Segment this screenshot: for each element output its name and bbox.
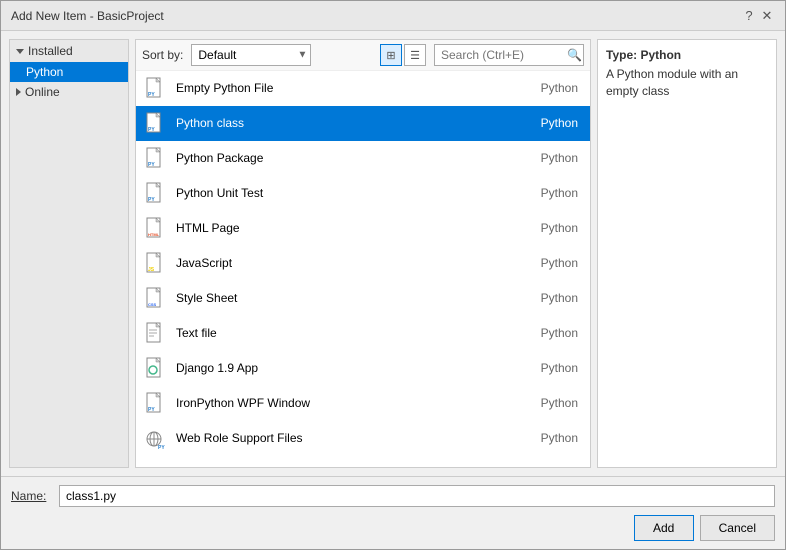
item-category: Python <box>541 116 578 130</box>
name-label: Name: <box>11 489 51 503</box>
item-icon <box>144 356 168 380</box>
grid-icon: ⊞ <box>386 49 395 62</box>
left-panel: Installed Python Online <box>9 39 129 468</box>
type-value: Python <box>640 48 681 62</box>
sort-select[interactable]: Default <box>191 44 311 66</box>
item-category: Python <box>541 326 578 340</box>
sort-select-wrapper: Default ▼ <box>191 44 311 66</box>
center-list-wrapper: PYEmpty Python FilePythonPYPython classP… <box>136 71 590 467</box>
item-name: HTML Page <box>176 221 533 235</box>
help-button[interactable]: ? <box>741 8 757 24</box>
item-name: Text file <box>176 326 533 340</box>
item-icon: HTML <box>144 216 168 240</box>
center-toolbar: Sort by: Default ▼ ⊞ ☰ <box>136 40 590 71</box>
sidebar-item-python[interactable]: Python <box>10 62 128 82</box>
cancel-button[interactable]: Cancel <box>700 515 775 541</box>
item-name: Python class <box>176 116 533 130</box>
grid-view-button[interactable]: ⊞ <box>380 44 402 66</box>
right-panel: Type: Python A Python module with an emp… <box>597 39 777 468</box>
list-item[interactable]: CSS Style Sheet Python <box>136 281 590 316</box>
list-item[interactable]: PY Python class Python <box>136 106 590 141</box>
sidebar-item-online[interactable]: Online <box>10 82 128 102</box>
list-item[interactable]: JS JavaScript Python <box>136 246 590 281</box>
svg-text:HTML: HTML <box>148 232 160 237</box>
svg-text:PY: PY <box>148 197 155 203</box>
view-icons: ⊞ ☰ <box>380 44 426 66</box>
search-icon: 🔍 <box>567 48 582 62</box>
svg-text:PY: PY <box>148 407 155 413</box>
item-name: JavaScript <box>176 256 533 270</box>
type-description: A Python module with an empty class <box>606 66 768 100</box>
list-item[interactable]: PY Python Unit Test Python <box>136 176 590 211</box>
item-name: Python Package <box>176 151 533 165</box>
installed-expand-icon <box>16 49 24 54</box>
item-category: Python <box>541 361 578 375</box>
title-bar-buttons: ? ✕ <box>741 8 775 24</box>
svg-text:CSS: CSS <box>148 302 157 307</box>
item-icon: PY <box>144 181 168 205</box>
list-item[interactable]: HTML HTML Page Python <box>136 211 590 246</box>
close-button[interactable]: ✕ <box>759 8 775 24</box>
svg-text:PY: PY <box>148 162 155 168</box>
item-name: Django 1.9 App <box>176 361 533 375</box>
type-info: Type: Python <box>606 48 768 62</box>
item-icon: JS <box>144 251 168 275</box>
item-name: Web Role Support Files <box>176 431 533 445</box>
name-input[interactable] <box>59 485 775 507</box>
item-category: Python <box>541 151 578 165</box>
online-expand-icon <box>16 88 21 96</box>
list-icon: ☰ <box>410 49 420 62</box>
item-category: Python <box>541 431 578 445</box>
add-button[interactable]: Add <box>634 515 694 541</box>
main-area: Installed Python Online Sort by: Def <box>1 31 785 476</box>
list-item[interactable]: Django 1.9 App Python <box>136 351 590 386</box>
type-label: Type: <box>606 48 637 62</box>
installed-section: Installed <box>10 40 128 62</box>
center-panel: Sort by: Default ▼ ⊞ ☰ <box>135 39 591 468</box>
title-bar-title: Add New Item - BasicProject <box>11 9 164 23</box>
list-item[interactable]: PY Python Package Python <box>136 141 590 176</box>
svg-text:PY: PY <box>148 127 155 133</box>
list-view-button[interactable]: ☰ <box>404 44 426 66</box>
list-item[interactable]: PY Web Role Support Files Python <box>136 421 590 456</box>
sort-label: Sort by: <box>142 48 183 62</box>
button-row: Add Cancel <box>11 515 775 541</box>
item-icon: PY <box>144 391 168 415</box>
item-list: PYEmpty Python FilePythonPYPython classP… <box>136 71 590 467</box>
item-icon: PY <box>144 111 168 135</box>
item-icon: PY <box>144 146 168 170</box>
dialog: Add New Item - BasicProject ? ✕ Installe… <box>0 0 786 550</box>
item-name: Python Unit Test <box>176 186 533 200</box>
title-bar: Add New Item - BasicProject ? ✕ <box>1 1 785 31</box>
svg-text:PY: PY <box>158 445 165 449</box>
bottom-area: Name: Add Cancel <box>1 476 785 549</box>
list-item[interactable]: Text file Python <box>136 316 590 351</box>
item-name: IronPython WPF Window <box>176 396 533 410</box>
dialog-body: Installed Python Online Sort by: Def <box>1 31 785 549</box>
name-row: Name: <box>11 485 775 507</box>
svg-text:JS: JS <box>148 267 155 273</box>
search-wrapper: 🔍 <box>434 44 584 66</box>
item-icon: PY <box>144 426 168 450</box>
item-icon <box>144 321 168 345</box>
item-category: Python <box>541 256 578 270</box>
list-item[interactable]: PY Empty Python File Python <box>136 71 590 106</box>
item-category: Python <box>541 291 578 305</box>
svg-text:PY: PY <box>148 92 155 98</box>
search-input[interactable] <box>434 44 584 66</box>
item-category: Python <box>541 186 578 200</box>
list-item[interactable]: PY IronPython WPF Window Python <box>136 386 590 421</box>
item-icon: CSS <box>144 286 168 310</box>
item-category: Python <box>541 221 578 235</box>
item-name: Style Sheet <box>176 291 533 305</box>
item-name: Empty Python File <box>176 81 533 95</box>
item-icon: PY <box>144 76 168 100</box>
item-category: Python <box>541 81 578 95</box>
installed-label: Installed <box>28 44 73 58</box>
item-category: Python <box>541 396 578 410</box>
